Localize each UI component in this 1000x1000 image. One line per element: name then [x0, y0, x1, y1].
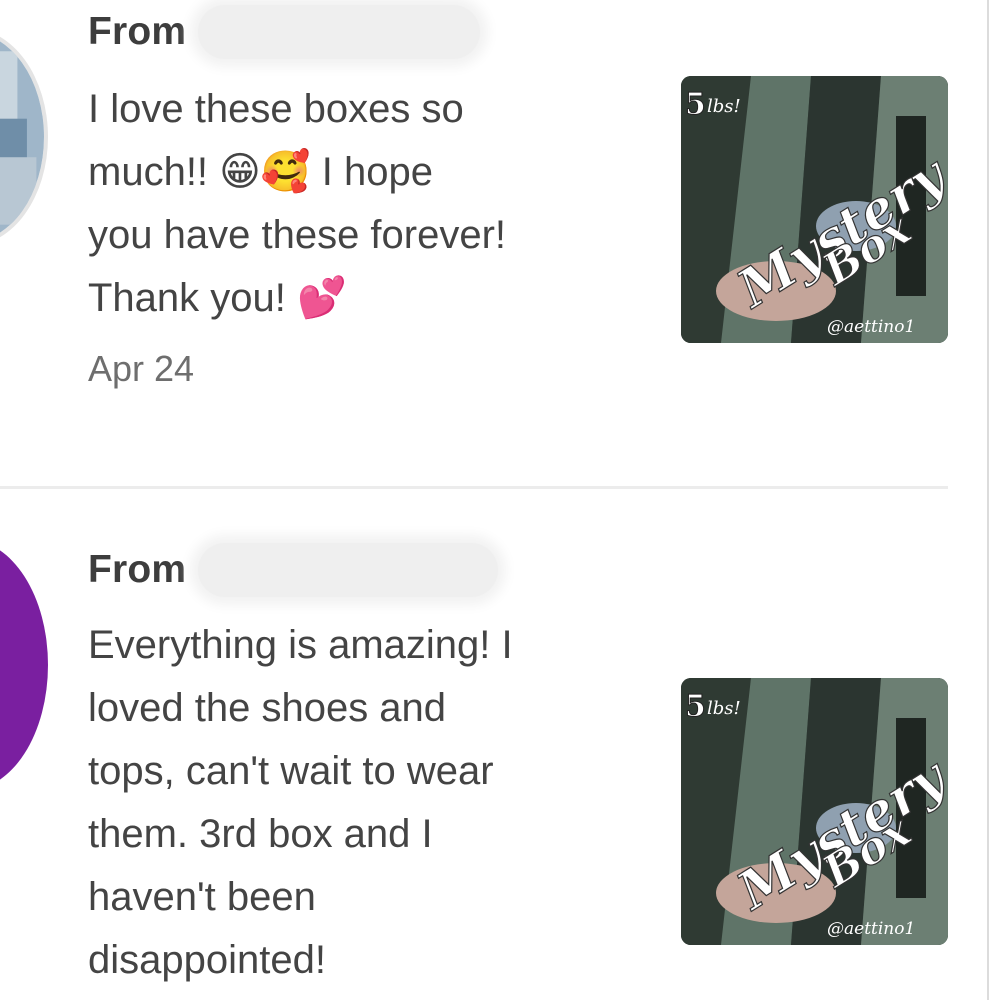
- reviewer-name-redacted: [198, 543, 499, 597]
- thumbnail-unit: lbs!: [707, 96, 741, 117]
- reviewer-avatar[interactable]: [0, 540, 48, 790]
- scroll-edge-divider: [987, 0, 989, 1000]
- from-label: From: [88, 548, 187, 591]
- thumbnail-handle: @aettino1: [827, 919, 915, 939]
- thumbnail-weight: 5: [685, 87, 706, 122]
- review-card: From I love these boxes so much!! 😁🥰 I h…: [0, 0, 987, 488]
- reviewer-name-redacted: [198, 5, 481, 59]
- reviews-page: From I love these boxes so much!! 😁🥰 I h…: [0, 0, 1000, 1000]
- from-label: From: [88, 10, 187, 53]
- reviewer-avatar[interactable]: [0, 28, 48, 246]
- thumbnail-weight: 5: [685, 689, 706, 724]
- review-text: Everything is amazing! I loved the shoes…: [88, 623, 513, 982]
- listing-thumbnail[interactable]: 5 lbs! Mystery Box @aettino1: [681, 76, 948, 343]
- review-divider: [0, 486, 948, 489]
- reviewer-line: From: [88, 4, 481, 60]
- reviewer-line: From: [88, 542, 499, 598]
- review-card: From Everything is amazing! I loved the …: [0, 490, 987, 1000]
- review-date: Apr 24: [88, 348, 195, 389]
- thumbnail-unit: lbs!: [707, 698, 741, 719]
- listing-thumbnail[interactable]: 5 lbs! Mystery Box @aettino1: [681, 678, 948, 945]
- review-text: I love these boxes so much!! 😁🥰 I hope y…: [88, 87, 507, 320]
- thumbnail-handle: @aettino1: [827, 317, 915, 337]
